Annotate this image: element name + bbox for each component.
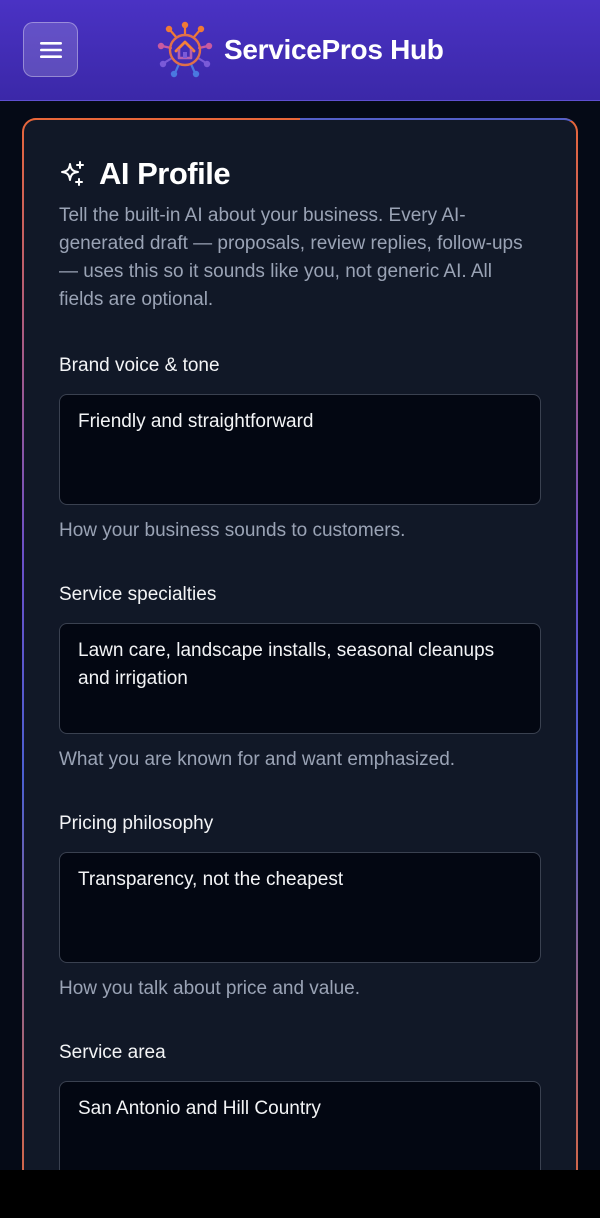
ai-profile-card: AI Profile Tell the built-in AI about yo…: [24, 120, 576, 1170]
menu-button[interactable]: [23, 22, 78, 77]
hamburger-menu-icon: [39, 41, 62, 58]
bottom-safe-area: [0, 1170, 600, 1218]
pricing-philosophy-input[interactable]: Transparency, not the cheapest: [59, 852, 541, 963]
brand-name: ServicePros Hub: [224, 34, 444, 65]
field-label-brand-voice: Brand voice & tone: [59, 355, 220, 376]
field-help-service-specialties: What you are known for and want emphasiz…: [59, 749, 456, 770]
field-help-pricing-philosophy: How you talk about price and value.: [59, 978, 361, 999]
field-brand-voice: Brand voice & tone Friendly and straight…: [59, 354, 541, 543]
field-label-service-specialties: Service specialties: [59, 584, 217, 605]
brand[interactable]: ServicePros Hub: [156, 21, 444, 79]
house-network-logo: [157, 21, 213, 78]
sparkles-icon: [61, 161, 84, 186]
intro-text: Tell the built-in AI about your business…: [59, 205, 523, 310]
page-title: AI Profile: [99, 156, 231, 191]
field-label-service-area: Service area: [59, 1042, 166, 1063]
field-label-pricing-philosophy: Pricing philosophy: [59, 813, 214, 834]
field-pricing-philosophy: Pricing philosophy Transparency, not the…: [59, 812, 541, 1001]
top-header: ServicePros Hub: [0, 0, 600, 101]
card-title-row: AI Profile: [59, 156, 541, 192]
field-help-brand-voice: How your business sounds to customers.: [59, 520, 406, 541]
ai-profile-card-border: AI Profile Tell the built-in AI about yo…: [22, 118, 578, 1170]
service-specialties-input[interactable]: Lawn care, landscape installs, seasonal …: [59, 623, 541, 734]
app-screen: ServicePros Hub AI Profile Tell the buil…: [0, 0, 600, 1170]
field-service-area: Service area San Antonio and Hill Countr…: [59, 1041, 541, 1170]
service-area-input[interactable]: San Antonio and Hill Country: [59, 1081, 541, 1170]
brand-voice-input[interactable]: Friendly and straightforward: [59, 394, 541, 505]
field-service-specialties: Service specialties Lawn care, landscape…: [59, 583, 541, 772]
